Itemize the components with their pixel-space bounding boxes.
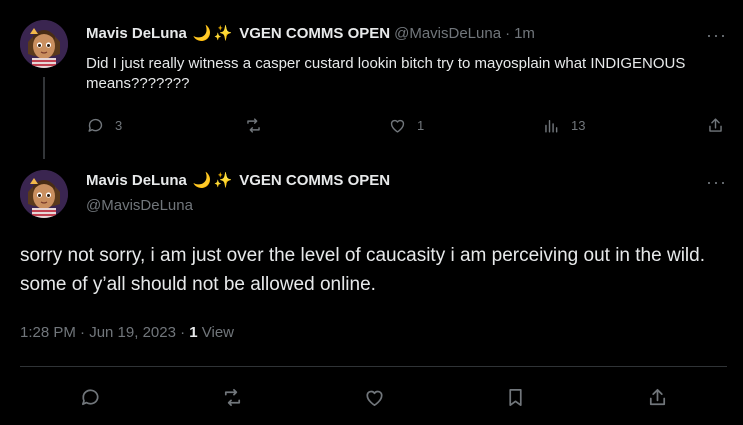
views-count: 13: [571, 118, 586, 133]
bookmark-icon: [508, 388, 522, 406]
user-handle[interactable]: @MavisDeLuna: [394, 24, 501, 44]
share-button[interactable]: [644, 384, 670, 410]
repost-button[interactable]: [219, 384, 245, 410]
like-button[interactable]: 1: [388, 116, 424, 135]
share-icon: [649, 388, 665, 405]
heart-icon: [390, 119, 405, 133]
moon-emoji: 🌙: [192, 25, 212, 42]
repost-icon: [224, 388, 240, 406]
heart-icon: [365, 390, 383, 406]
avatar[interactable]: [20, 170, 68, 218]
more-options-icon[interactable]: ···: [706, 26, 727, 44]
main-post-text: sorry not sorry, i am just over the leve…: [20, 245, 705, 295]
like-count: 1: [417, 118, 425, 133]
separator: ·: [505, 25, 511, 42]
repost-button[interactable]: [244, 116, 263, 135]
share-button[interactable]: [706, 116, 725, 135]
reply-button[interactable]: 3: [86, 116, 122, 135]
display-name-suffix[interactable]: VGEN COMMS OPEN: [239, 171, 390, 191]
post-time[interactable]: 1m: [514, 24, 535, 44]
views-icon: [545, 120, 558, 133]
view-label: View: [197, 324, 235, 341]
main-post-header: Mavis DeLuna 🌙 ✨ VGEN COMMS OPEN: [86, 171, 390, 191]
display-name[interactable]: Mavis DeLuna: [86, 24, 187, 44]
reply-icon: [81, 388, 99, 405]
reply-button[interactable]: [77, 384, 103, 410]
reply-count: 3: [115, 118, 123, 133]
post-timestamp[interactable]: 1:28 PM · Jun 19, 2023 ·: [20, 324, 189, 341]
reply-icon: [88, 118, 103, 132]
views-button[interactable]: 13: [542, 116, 585, 135]
repost-icon: [247, 118, 260, 133]
divider: [20, 366, 727, 367]
post-meta: 1:28 PM · Jun 19, 2023 · 1 View: [20, 323, 234, 343]
reply-text: Did I just really witness a casper custa…: [86, 55, 686, 92]
thread-line: [43, 77, 45, 159]
moon-emoji: 🌙: [192, 172, 212, 189]
bookmark-button[interactable]: [502, 384, 528, 410]
avatar[interactable]: [20, 20, 68, 68]
more-options-icon[interactable]: ···: [706, 173, 727, 191]
reply-header: Mavis DeLuna 🌙 ✨ VGEN COMMS OPEN @MavisD…: [86, 24, 535, 44]
reply-actions: 3 1 13: [86, 116, 726, 138]
display-name-suffix[interactable]: VGEN COMMS OPEN: [239, 24, 390, 44]
sparkles-emoji: ✨: [213, 172, 233, 189]
share-icon: [709, 118, 722, 132]
like-button[interactable]: [361, 384, 387, 410]
sparkles-emoji: ✨: [213, 25, 233, 42]
display-name[interactable]: Mavis DeLuna: [86, 171, 187, 191]
view-count: 1: [189, 324, 198, 341]
user-handle[interactable]: @MavisDeLuna: [86, 196, 193, 216]
